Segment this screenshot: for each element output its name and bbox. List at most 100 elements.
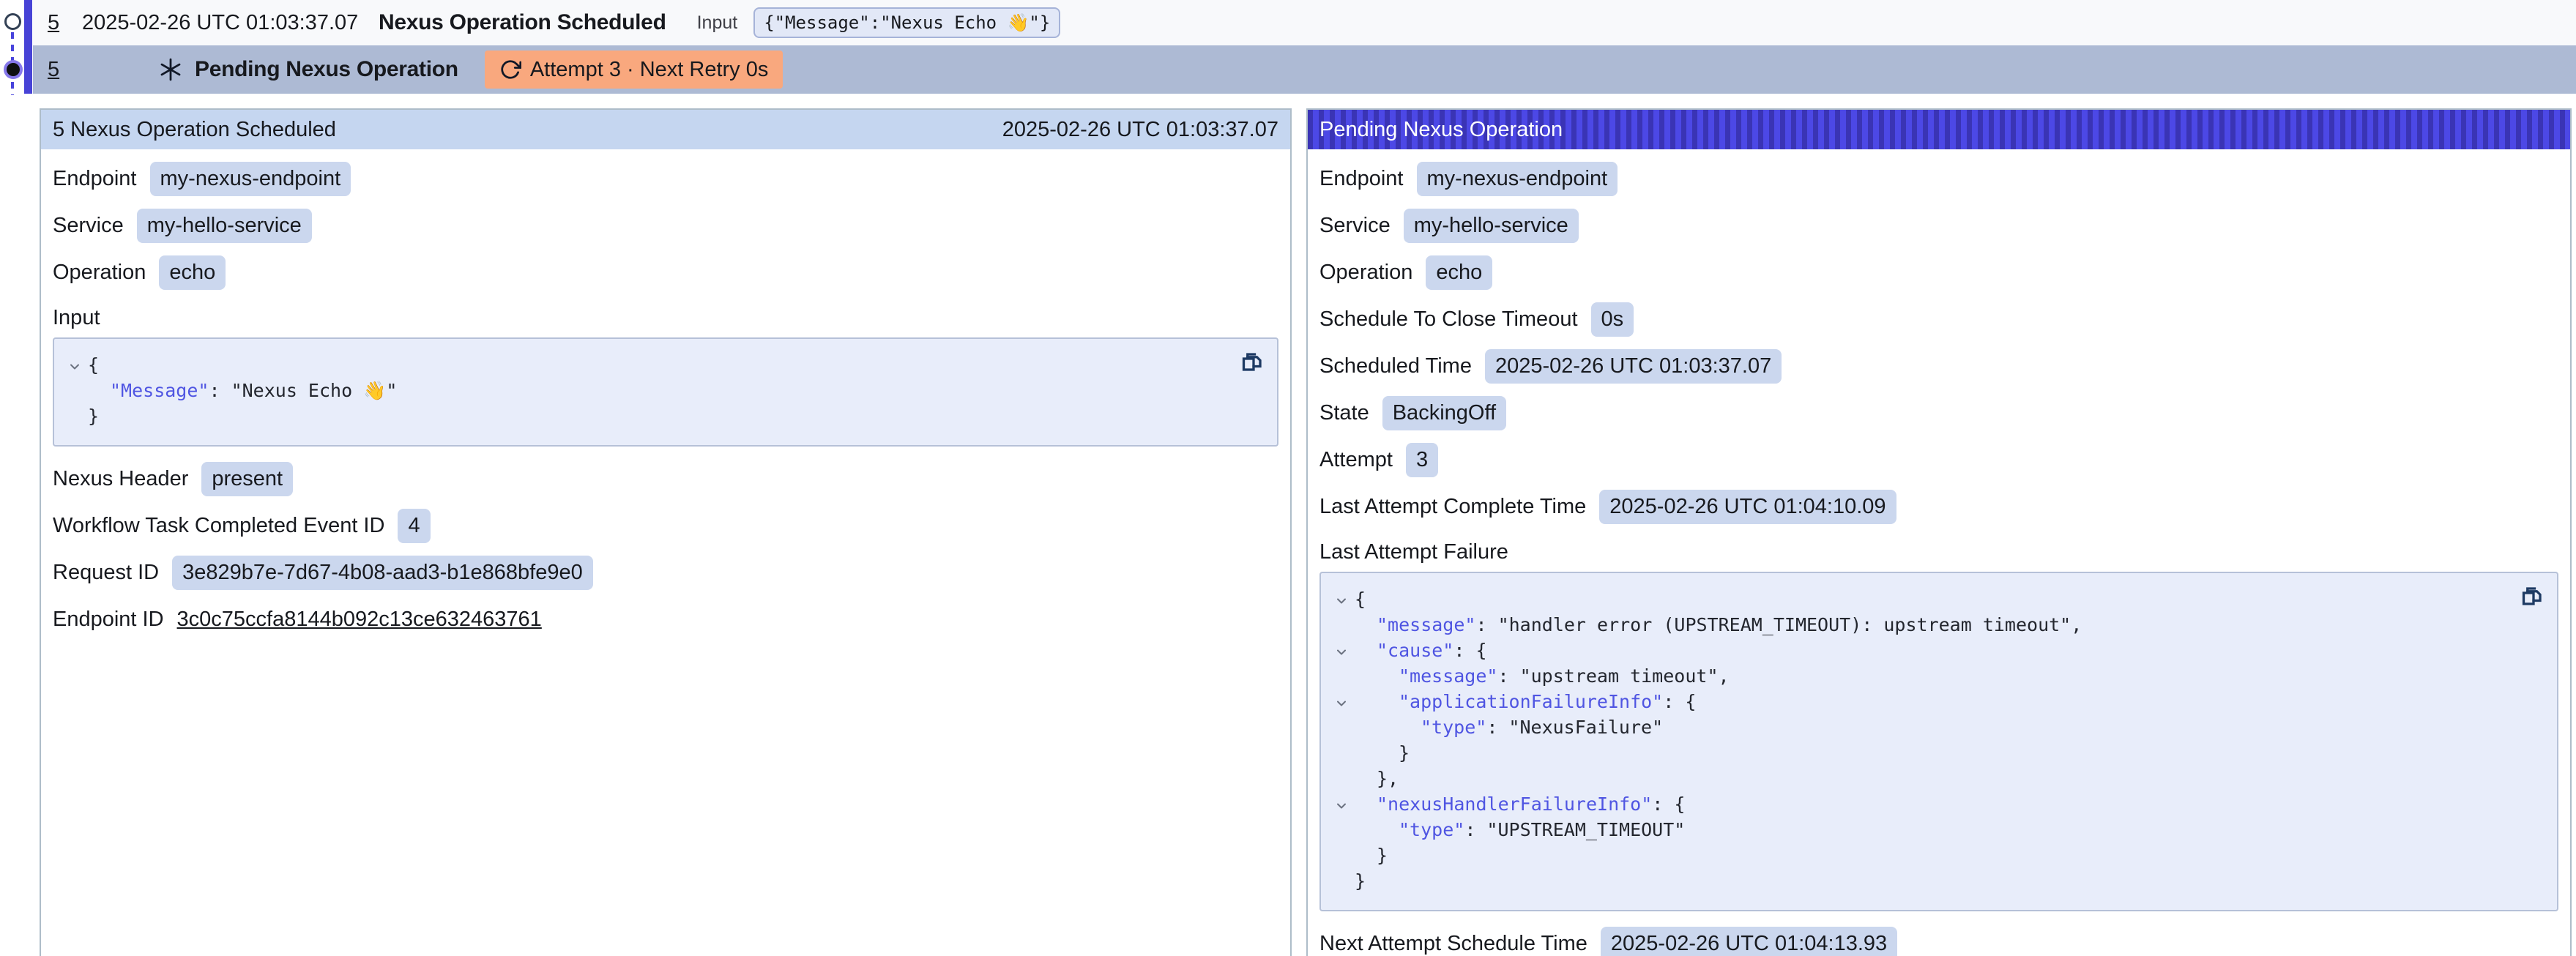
- gutter-spacer: [1328, 740, 1355, 766]
- field-row-service: Servicemy-hello-service: [53, 202, 1278, 249]
- json-code-line: "type": "UPSTREAM_TIMEOUT": [1328, 817, 2506, 843]
- json-value: : "NexusFailure": [1486, 714, 1663, 740]
- pending-name: Pending Nexus Operation: [195, 57, 458, 82]
- json-value: }: [1377, 843, 1388, 868]
- field-label: Attempt: [1319, 448, 1393, 472]
- field-value-badge: 3: [1406, 443, 1438, 477]
- event-details-panel: 5 Nexus Operation Scheduled 2025-02-26 U…: [40, 108, 1292, 956]
- field-label: Operation: [1319, 261, 1412, 285]
- json-key: "cause": [1377, 638, 1453, 663]
- pending-operation-title: Pending Nexus Operation: [1319, 118, 1563, 142]
- json-code-line: }: [1328, 868, 2506, 894]
- json-value: : "UPSTREAM_TIMEOUT": [1464, 817, 1685, 843]
- field-row-last-attempt-complete-time: Last Attempt Complete Time2025-02-26 UTC…: [1319, 483, 2558, 530]
- gutter-spacer: [1328, 817, 1355, 843]
- json-key: "message": [1399, 663, 1497, 689]
- json-key: "message": [1377, 612, 1475, 638]
- expand-chevron-icon[interactable]: [1328, 689, 1355, 714]
- input-json-block: {"Message": "Nexus Echo 👋"}: [53, 337, 1278, 447]
- json-value: : {: [1453, 638, 1486, 663]
- field-row-endpoint: Endpointmy-nexus-endpoint: [53, 155, 1278, 202]
- field-row-endpoint: Endpointmy-nexus-endpoint: [1319, 155, 2558, 202]
- json-code-line: "cause": {: [1328, 638, 2506, 663]
- field-value-badge: BackingOff: [1382, 396, 1506, 430]
- field-value-badge: present: [201, 462, 293, 496]
- field-row-workflow-task-completed-event-id: Workflow Task Completed Event ID4: [53, 502, 1278, 549]
- json-value: {: [1355, 586, 1366, 612]
- field-value-badge: 3e829b7e-7d67-4b08-aad3-b1e868bfe9e0: [172, 556, 593, 590]
- json-code-line: "message": "handler error (UPSTREAM_TIME…: [1328, 612, 2506, 638]
- event-row-scheduled[interactable]: 5 2025-02-26 UTC 01:03:37.07 Nexus Opera…: [33, 0, 2576, 45]
- field-value-link[interactable]: 3c0c75ccfa8144b092c13ce632463761: [177, 608, 542, 632]
- json-code-line: "nexusHandlerFailureInfo": {: [1328, 791, 2506, 817]
- gutter-spacer: [1328, 663, 1355, 689]
- json-value: }: [1399, 740, 1410, 766]
- field-label: Next Attempt Schedule Time: [1319, 932, 1587, 956]
- expand-chevron-icon[interactable]: [1328, 586, 1355, 612]
- field-row-next-attempt-schedule-time: Next Attempt Schedule Time 2025-02-26 UTC…: [1319, 920, 2558, 956]
- retry-attempt-badge: Attempt 3 · Next Retry 0s: [485, 51, 783, 89]
- field-row-endpoint-id: Endpoint ID 3c0c75ccfa8144b092c13ce632463…: [53, 596, 1278, 643]
- expand-chevron-icon[interactable]: [1328, 638, 1355, 663]
- field-label: Service: [53, 214, 124, 238]
- field-row-nexus-header: Nexus Headerpresent: [53, 455, 1278, 502]
- field-row-service: Service my-hello-service: [1319, 202, 2558, 249]
- retry-icon: [499, 59, 521, 81]
- field-value-badge: 0s: [1591, 302, 1634, 337]
- json-code-line: {: [1328, 586, 2506, 612]
- event-id-link[interactable]: 5: [48, 11, 82, 35]
- timeline-node-current-icon: [7, 63, 20, 76]
- expand-chevron-icon[interactable]: [62, 352, 88, 378]
- json-value: },: [1377, 766, 1399, 791]
- json-code-line: "applicationFailureInfo": {: [1328, 689, 2506, 714]
- gutter-spacer: [1328, 868, 1355, 894]
- json-key: "applicationFailureInfo": [1399, 689, 1663, 714]
- pending-id-link[interactable]: 5: [48, 58, 82, 82]
- json-value: : {: [1663, 689, 1696, 714]
- gutter-spacer: [62, 403, 88, 429]
- field-label: Endpoint: [1319, 167, 1404, 191]
- field-value-badge: my-hello-service: [1404, 209, 1579, 243]
- copy-button[interactable]: [1237, 348, 1265, 376]
- failure-json-block: {"message": "handler error (UPSTREAM_TIM…: [1319, 572, 2558, 911]
- field-label: Endpoint ID: [53, 608, 164, 632]
- pending-operation-header: Pending Nexus Operation: [1308, 110, 2570, 149]
- event-input-badge[interactable]: {"Message":"Nexus Echo 👋"}: [753, 7, 1060, 38]
- input-section-label: Input: [53, 306, 1278, 330]
- json-value: : "handler error (UPSTREAM_TIMEOUT): ups…: [1475, 612, 2082, 638]
- json-code-line: }: [1328, 740, 2506, 766]
- field-row-state: State BackingOff: [1319, 389, 2558, 436]
- field-label: Service: [1319, 214, 1391, 238]
- field-row-request-id: Request ID3e829b7e-7d67-4b08-aad3-b1e868…: [53, 549, 1278, 596]
- failure-section-label: Last Attempt Failure: [1319, 540, 2558, 564]
- json-key: "type": [1399, 817, 1464, 843]
- field-label: Operation: [53, 261, 146, 285]
- gutter-spacer: [1328, 766, 1355, 791]
- json-value: : {: [1652, 791, 1685, 817]
- event-row-pending[interactable]: 5 Pending Nexus Operation Attempt 3 · Ne…: [33, 45, 2576, 94]
- retry-badge-text: Attempt 3 · Next Retry 0s: [530, 58, 769, 82]
- json-key: "type": [1421, 714, 1486, 740]
- gutter-spacer: [1328, 714, 1355, 740]
- event-details-body: Endpointmy-nexus-endpointServicemy-hello…: [41, 149, 1290, 657]
- json-code-line: "Message": "Nexus Echo 👋": [62, 378, 1226, 403]
- json-code-line: },: [1328, 766, 2506, 791]
- json-value: : "Nexus Echo 👋": [209, 378, 397, 403]
- field-label: State: [1319, 401, 1369, 425]
- expand-chevron-icon[interactable]: [1328, 791, 1355, 817]
- field-row-operation: Operationecho: [53, 249, 1278, 296]
- field-value-badge: 2025-02-26 UTC 01:03:37.07: [1485, 349, 1782, 384]
- timeline-node-open-icon: [4, 13, 21, 30]
- event-details-timestamp: 2025-02-26 UTC 01:03:37.07: [1002, 118, 1278, 142]
- copy-button[interactable]: [2517, 582, 2545, 610]
- gutter-spacer: [62, 378, 88, 403]
- json-key: "Message": [110, 378, 209, 403]
- json-code-line: }: [62, 403, 1226, 429]
- field-value-badge: 2025-02-26 UTC 01:04:13.93: [1601, 927, 1897, 956]
- field-row-schedule-to-close-timeout: Schedule To Close Timeout0s: [1319, 296, 2558, 343]
- field-row-scheduled-time: Scheduled Time2025-02-26 UTC 01:03:37.07: [1319, 343, 2558, 389]
- event-history-screen: 5 2025-02-26 UTC 01:03:37.07 Nexus Opera…: [0, 0, 2576, 956]
- event-timestamp: 2025-02-26 UTC 01:03:37.07: [82, 11, 379, 35]
- json-value: }: [88, 403, 99, 429]
- event-details-header: 5 Nexus Operation Scheduled 2025-02-26 U…: [41, 110, 1290, 149]
